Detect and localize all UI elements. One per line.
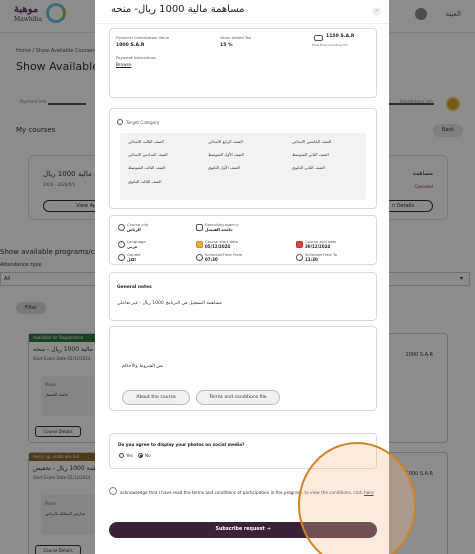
clock-icon [296,254,303,261]
general-notes-box: General notes مساهمة التسجيل في البرنامج… [109,272,377,321]
about-course-button[interactable]: About the course [122,390,190,405]
category-item: الصف الثاني المتوسط [292,152,329,157]
target-category-title: Target Category [126,120,160,125]
category-item: الصف الرابع الابتدائي [208,139,243,144]
clock-icon [196,254,203,261]
language-value: عربي [127,244,138,249]
social-question: Do you agree to display your photos on s… [118,442,245,447]
vat-label: Value Added Tax [220,35,252,40]
browse-link[interactable]: Browse [116,62,131,67]
target-category-panel: الصف الثالث الابتدائي الصف الرابع الابتد… [120,133,366,200]
category-item: الصف السادس الابتدائي [128,152,168,157]
radio-no[interactable] [138,453,143,458]
location-icon [118,224,125,231]
acknowledge-checkbox[interactable] [109,487,117,495]
language-icon [118,241,125,248]
acknowledge-text-wrap: acknowledge that I have read the terms a… [120,489,378,497]
contribution-label: Financial Contribution Value [116,35,170,40]
social-consent-box: Do you agree to display your photos on s… [109,433,377,469]
close-icon[interactable]: × [372,7,381,16]
total-value: 1150 S.A.R [326,34,355,39]
category-item: الصف الأول الثانوي [208,165,240,170]
radio-yes-label: Yes [126,453,133,458]
executing-agency-value: جامعة الفيصل [205,227,233,232]
terms-box: نص الشروط والأحكام About the course Term… [109,326,377,411]
schedule-from-value: 07:30 [205,257,218,262]
contribution-value: 1000 S.A.R [116,43,145,48]
target-category-box: Target Category الصف الثالث الابتدائي ال… [109,108,377,209]
end-date-value: 30/12/2024 [305,244,331,249]
general-notes-text: مساهمة التسجيل في البرنامج 1000 ريال - غ… [117,301,222,306]
category-item: الصف الخامس الابتدائي [292,139,332,144]
schedule-to-value: 11:30 [305,257,318,262]
category-item: الصف الأول المتوسط [208,152,244,157]
calendar-end-icon [296,241,303,248]
category-item: الصف الثاني الثانوي [292,165,325,170]
terms-file-button[interactable]: Terms and conditions file [196,390,280,405]
course-city-value: الرياض [127,227,141,232]
payment-instructions-label: Payment Instructions [116,55,157,60]
course-details-box: Course city الرياض Executing agency جامع… [109,215,377,265]
total-label: Total Price Including Tax [312,43,348,47]
building-icon [196,224,203,231]
start-date-value: 05/12/2024 [205,244,231,249]
course-modal: مساهمة مالية 1000 ريال- منحه × Financial… [95,0,389,554]
money-icon [314,35,323,41]
category-item: الصف الثالث المتوسط [128,165,166,170]
terms-title: نص الشروط والأحكام [122,364,164,369]
financial-info-box: Financial Contribution Value 1000 S.A.R … [109,28,377,98]
subscribe-button[interactable]: Subscribe request → [109,522,377,538]
modal-title: مساهمة مالية 1000 ريال- منحه [111,4,245,15]
category-item: الصف الثالث الابتدائي [128,139,164,144]
calendar-start-icon [196,241,203,248]
modal-header: مساهمة مالية 1000 ريال- منحه × [95,0,389,24]
person-icon [117,119,123,125]
gender-value: الكل [127,257,136,262]
gender-icon [118,254,125,261]
category-item: الصف الثالث الثانوي [128,179,162,184]
terms-here-link[interactable]: here [364,490,373,495]
general-notes-title: General notes [117,285,152,290]
acknowledge-text: acknowledge that I have read the terms a… [120,490,363,495]
radio-no-label: No [145,453,151,458]
vat-value: 15 % [220,43,233,48]
radio-yes[interactable] [119,453,124,458]
